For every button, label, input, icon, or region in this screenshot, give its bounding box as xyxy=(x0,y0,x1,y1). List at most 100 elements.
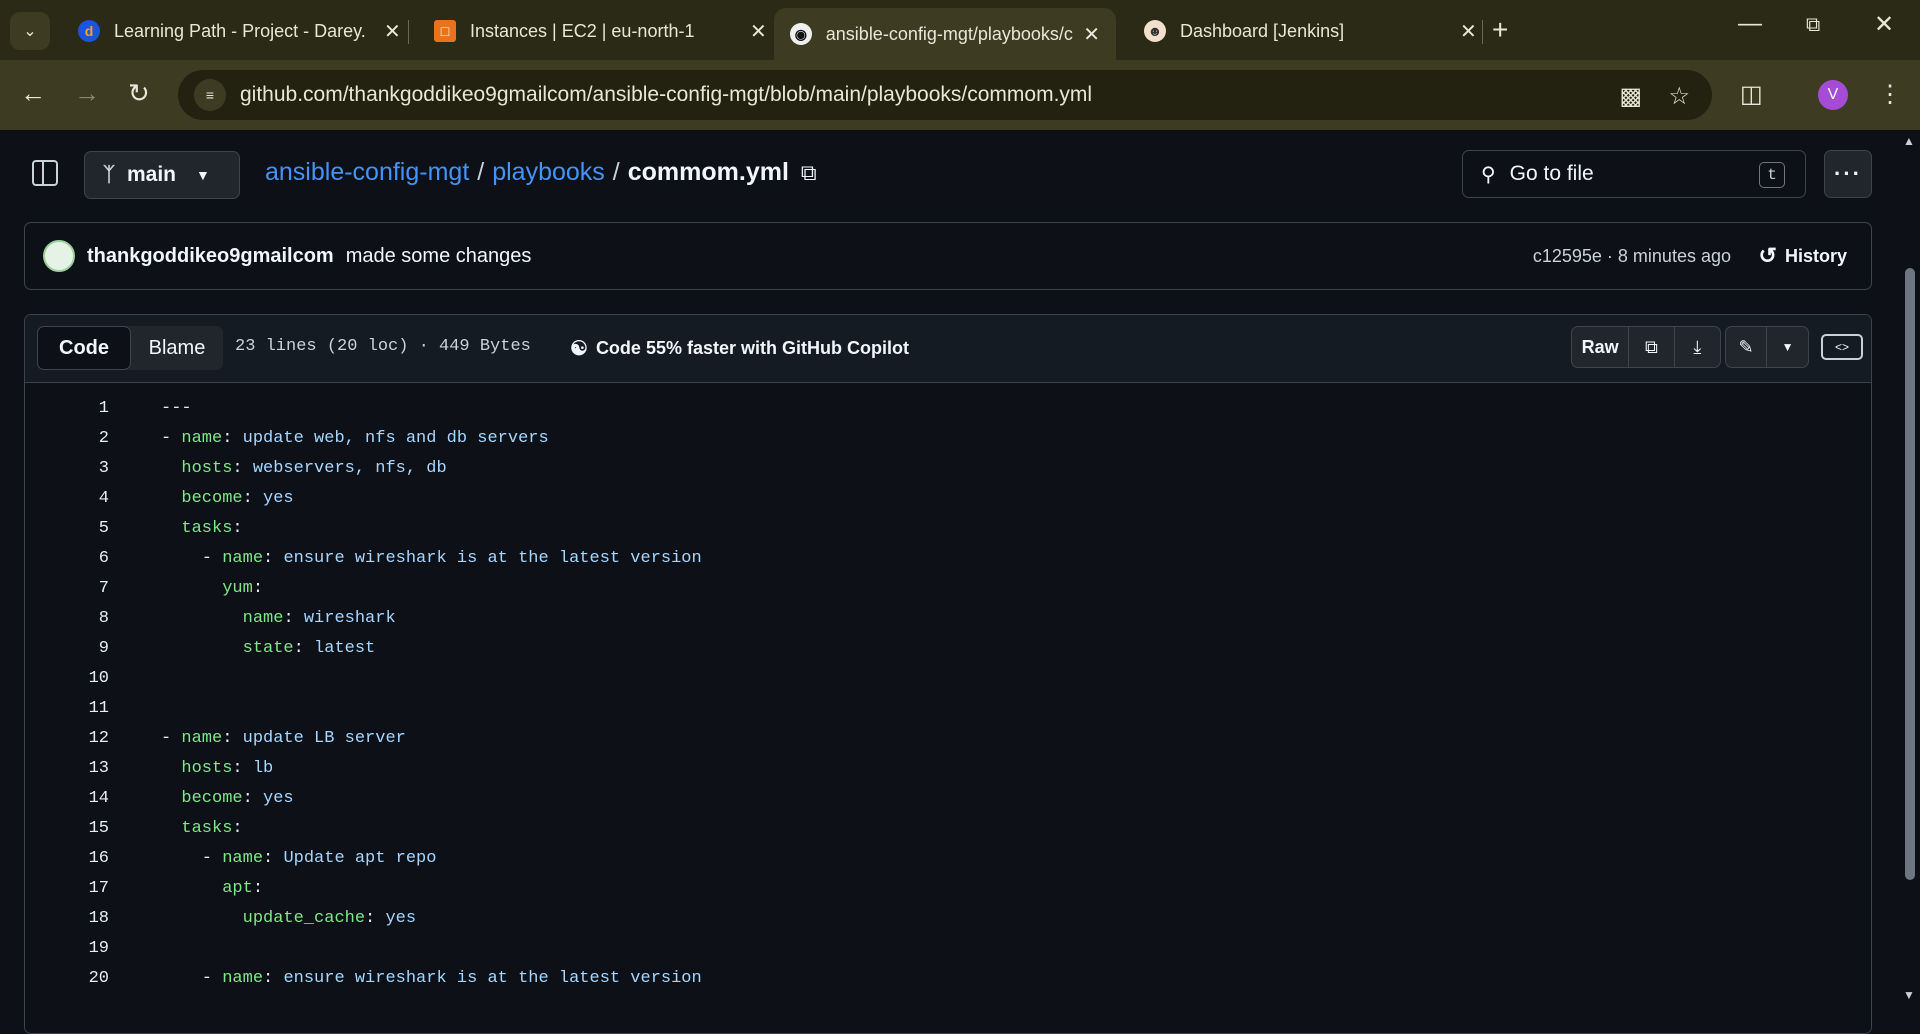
forward-icon[interactable]: → xyxy=(74,78,100,109)
raw-button[interactable]: Raw xyxy=(1572,327,1630,367)
new-tab-icon[interactable]: + xyxy=(1492,14,1508,46)
line-content: - name: update web, nfs and db servers xyxy=(161,429,549,448)
go-to-file-input[interactable]: ⚲ Go to file t xyxy=(1462,150,1806,198)
yaml-key: become xyxy=(181,788,243,808)
breadcrumb-repo-link[interactable]: ansible-config-mgt xyxy=(265,158,469,187)
tab-jenkins-dashboard[interactable]: ☻ Dashboard [Jenkins] ✕ xyxy=(1128,8,1493,54)
line-number[interactable]: 6 xyxy=(25,549,109,568)
tab-github-file[interactable]: ◉ ansible-config-mgt/playbooks/c ✕ xyxy=(774,8,1116,60)
tab-search-menu-icon[interactable]: ⌄ xyxy=(10,12,50,50)
yaml-value: ensure wireshark is at the latest versio… xyxy=(283,548,702,568)
edit-pencil-icon[interactable]: ✎ xyxy=(1726,327,1768,367)
bookmark-star-icon[interactable]: ☆ xyxy=(1668,82,1690,111)
yaml-colon: : xyxy=(232,458,253,478)
line-number[interactable]: 4 xyxy=(25,489,109,508)
line-number[interactable]: 14 xyxy=(25,789,109,808)
browser-menu-icon[interactable]: ⋮ xyxy=(1878,80,1902,109)
code-line: 18 update_cache: yes xyxy=(25,903,1871,933)
edit-dropdown-icon[interactable]: ▼ xyxy=(1767,327,1808,367)
copy-raw-icon[interactable]: ⧉ xyxy=(1629,327,1675,367)
line-number[interactable]: 7 xyxy=(25,579,109,598)
history-button[interactable]: ↺ History xyxy=(1759,243,1847,269)
close-icon[interactable]: ✕ xyxy=(750,19,767,44)
line-number[interactable]: 2 xyxy=(25,429,109,448)
line-content: become: yes xyxy=(161,788,293,808)
sidebar-toggle-icon[interactable] xyxy=(32,160,58,186)
code-line: 16 - name: Update apt repo xyxy=(25,843,1871,873)
yaml-colon: : xyxy=(232,818,243,838)
branch-selector-button[interactable]: ᛉ main ▼ xyxy=(84,151,240,199)
line-number[interactable]: 1 xyxy=(25,399,109,418)
yaml-value: webservers, nfs, db xyxy=(252,458,447,478)
tab-learning-path[interactable]: d Learning Path - Project - Darey. ✕ xyxy=(62,8,417,54)
reload-icon[interactable]: ↻ xyxy=(128,78,150,109)
minimize-icon[interactable]: — xyxy=(1738,10,1762,38)
line-number[interactable]: 19 xyxy=(25,939,109,958)
more-options-button[interactable]: ··· xyxy=(1824,150,1872,198)
line-number[interactable]: 12 xyxy=(25,729,109,748)
line-number[interactable]: 17 xyxy=(25,879,109,898)
close-icon[interactable]: ✕ xyxy=(1083,22,1100,47)
line-number[interactable]: 11 xyxy=(25,699,109,718)
code-line: 9 state: latest xyxy=(25,633,1871,663)
restore-icon[interactable]: ⧉ xyxy=(1806,14,1820,37)
tab-title: ansible-config-mgt/playbooks/c xyxy=(825,23,1073,44)
scroll-down-icon[interactable]: ▼ xyxy=(1903,988,1915,1002)
line-number[interactable]: 15 xyxy=(25,819,109,838)
close-icon[interactable]: ✕ xyxy=(1460,19,1477,44)
breadcrumb-folder-link[interactable]: playbooks xyxy=(492,158,605,187)
close-icon[interactable]: ✕ xyxy=(384,19,401,44)
line-number[interactable]: 3 xyxy=(25,459,109,478)
window-close-icon[interactable]: ✕ xyxy=(1874,10,1894,39)
url-text[interactable]: github.com/thankgoddikeo9gmailcom/ansibl… xyxy=(240,83,1092,107)
history-label: History xyxy=(1784,245,1847,266)
line-number[interactable]: 20 xyxy=(25,969,109,988)
profile-avatar[interactable]: V xyxy=(1818,80,1848,110)
code-line: 12 - name: update LB server xyxy=(25,723,1871,753)
yaml-colon: : xyxy=(263,848,284,868)
yaml-key: become xyxy=(181,488,243,508)
page-scrollbar[interactable]: ▲ ▼ xyxy=(1900,130,1920,1008)
code-line: 13 hosts: lb xyxy=(25,753,1871,783)
address-bar[interactable]: ≡ github.com/thankgoddikeo9gmailcom/ansi… xyxy=(178,70,1712,120)
tab-code[interactable]: Code xyxy=(37,326,131,370)
back-icon[interactable]: ← xyxy=(20,78,46,109)
git-branch-icon: ᛉ xyxy=(103,163,115,186)
commit-author[interactable]: thankgoddikeo9gmailcom xyxy=(87,245,334,268)
site-info-icon[interactable]: ≡ xyxy=(194,79,226,111)
line-number[interactable]: 9 xyxy=(25,639,109,658)
line-content: hosts: webservers, nfs, db xyxy=(161,458,447,478)
commit-meta[interactable]: c12595e · 8 minutes ago xyxy=(1533,246,1731,267)
yaml-colon: : xyxy=(365,908,386,928)
extensions-icon[interactable]: ◫ xyxy=(1740,80,1763,109)
copy-path-icon[interactable]: ⧉ xyxy=(801,160,817,186)
download-icon[interactable]: ⤓ xyxy=(1675,327,1720,367)
tab-blame[interactable]: Blame xyxy=(131,326,223,370)
author-avatar[interactable] xyxy=(43,240,75,272)
scrollbar-thumb[interactable] xyxy=(1905,268,1915,880)
copilot-promo-link[interactable]: ☯ Code 55% faster with GitHub Copilot xyxy=(570,336,909,361)
yaml-colon: : xyxy=(263,548,284,568)
code-line: 20 - name: ensure wireshark is at the la… xyxy=(25,963,1871,993)
tab-ec2-instances[interactable]: □ Instances | EC2 | eu-north-1 ✕ xyxy=(418,8,783,54)
line-number[interactable]: 13 xyxy=(25,759,109,778)
line-number[interactable]: 16 xyxy=(25,849,109,868)
yaml-colon: : xyxy=(242,488,264,508)
line-number[interactable]: 18 xyxy=(25,909,109,928)
code-line: 10 xyxy=(25,663,1871,693)
line-indent: - xyxy=(161,728,182,748)
line-number[interactable]: 8 xyxy=(25,609,109,628)
line-number[interactable]: 5 xyxy=(25,519,109,538)
commit-message[interactable]: made some changes xyxy=(346,245,532,268)
install-app-icon[interactable]: ▩ xyxy=(1619,82,1642,111)
scroll-up-icon[interactable]: ▲ xyxy=(1903,134,1915,148)
jenkins-icon: ☻ xyxy=(1144,20,1166,42)
yaml-key: name xyxy=(242,608,284,628)
yaml-value: wireshark xyxy=(303,608,396,628)
line-number[interactable]: 10 xyxy=(25,669,109,688)
symbols-panel-icon[interactable]: <> xyxy=(1821,334,1863,360)
code-toolbar: Code Blame 23 lines (20 loc) · 449 Bytes… xyxy=(25,315,1871,383)
code-line: 7 yum: xyxy=(25,573,1871,603)
